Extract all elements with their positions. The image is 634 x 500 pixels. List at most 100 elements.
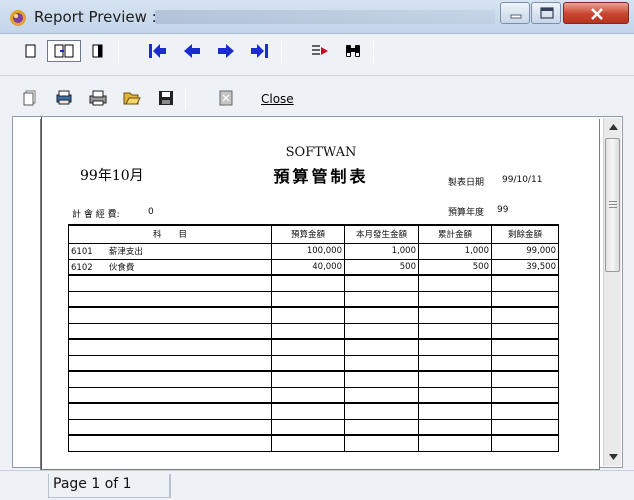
folder-open-icon (123, 92, 141, 105)
close-icon (591, 8, 603, 20)
budget-cell: 100,000 (271, 242, 345, 260)
binoculars-icon (346, 45, 360, 57)
total-value: 0 (148, 207, 154, 217)
table-row (68, 274, 559, 292)
save-button[interactable] (155, 88, 177, 108)
report-page: SOFTWAN 預算管制表 99年10月 製表日期 99/10/11 計 會 經… (41, 117, 599, 469)
chevron-up-icon (608, 123, 618, 130)
scrollbar-thumb[interactable] (605, 138, 620, 272)
month-cell: 1,000 (344, 242, 419, 260)
printer-setup-icon (56, 90, 72, 105)
account-cell: 6102 伙食費 (68, 258, 272, 276)
table-row: 6101 薪津支出 100,000 1,000 1,000 99,000 (68, 242, 559, 260)
column-header-cumulative: 累計金額 (418, 224, 492, 244)
open-button[interactable] (121, 88, 143, 108)
company-name: SOFTWAN (285, 145, 357, 160)
last-page-button[interactable] (249, 41, 271, 61)
table-row (68, 434, 559, 452)
print-button[interactable] (87, 88, 109, 108)
column-header-month: 本月發生金額 (344, 224, 419, 244)
document-export-icon (219, 90, 233, 106)
two-page-button[interactable] (47, 40, 81, 62)
print-date-label: 製表日期 (448, 178, 485, 188)
column-header-account: 科 目 (68, 224, 272, 244)
remaining-cell: 99,000 (491, 242, 559, 260)
export-button[interactable] (215, 88, 237, 108)
find-button[interactable] (342, 41, 364, 61)
minimize-icon (510, 14, 522, 19)
last-page-icon (251, 44, 268, 58)
file-toolbar (0, 80, 634, 114)
scroll-up-button[interactable] (604, 118, 622, 135)
budget-table: 科 目 預算金額 本月發生金額 累計金額 剩餘金額 6101 薪津支出 100,… (68, 224, 559, 452)
table-row (68, 402, 559, 420)
toolbar-separator (281, 41, 282, 63)
total-label: 計 會 經 費: (72, 210, 120, 220)
report-preview-area[interactable]: SOFTWAN 預算管制表 99年10月 製表日期 99/10/11 計 會 經… (12, 116, 623, 474)
table-header-row: 科 目 預算金額 本月發生金額 累計金額 剩餘金額 (68, 224, 559, 244)
budget-cell: 40,000 (271, 258, 345, 276)
grip-icon (609, 201, 617, 209)
chevron-down-icon (608, 453, 618, 460)
minimize-button[interactable] (500, 2, 530, 24)
previous-page-button[interactable] (181, 41, 203, 61)
table-row (68, 290, 559, 308)
report-period: 99年10月 (80, 168, 144, 184)
floppy-disk-icon (159, 91, 173, 105)
first-page-icon (149, 44, 166, 58)
app-icon (10, 10, 26, 26)
printer-setup-button[interactable] (53, 88, 75, 108)
title-blurred-text (155, 10, 495, 24)
cumulative-cell: 500 (418, 258, 492, 276)
account-name: 伙食費 (108, 262, 135, 273)
remaining-cell: 39,500 (491, 258, 559, 276)
go-to-page-icon (312, 45, 328, 55)
navigation-toolbar (0, 34, 634, 76)
window-title: Report Preview : (34, 8, 157, 26)
single-page-icon (25, 44, 36, 58)
arrow-right-icon (218, 44, 234, 58)
month-cell: 500 (344, 258, 419, 276)
budget-year-label: 預算年度 (448, 208, 485, 218)
go-to-page-button[interactable] (309, 41, 331, 61)
title-bar: Report Preview : (0, 0, 634, 34)
print-date: 99/10/11 (502, 175, 543, 185)
scroll-down-button[interactable] (604, 448, 622, 465)
single-page-button[interactable] (22, 42, 40, 60)
new-page-button[interactable] (20, 88, 40, 108)
next-page-button[interactable] (215, 41, 237, 61)
page-width-icon (92, 44, 103, 58)
table-row (68, 370, 559, 388)
page-width-button[interactable] (89, 42, 107, 60)
close-button[interactable]: Close (261, 92, 294, 106)
account-code: 6102 (71, 262, 93, 273)
table-row (68, 338, 559, 356)
status-bar: Page 1 of 1 (0, 470, 634, 500)
first-page-button[interactable] (146, 41, 168, 61)
two-page-icon (54, 44, 74, 58)
copy-page-icon (23, 90, 36, 106)
account-cell: 6101 薪津支出 (68, 242, 272, 260)
column-header-remaining: 剩餘金額 (491, 224, 559, 244)
toolbar-separator (373, 41, 374, 63)
column-header-budget: 預算金額 (271, 224, 345, 244)
toolbar-separator (185, 88, 186, 110)
status-panel (170, 474, 630, 498)
close-window-button[interactable] (563, 2, 629, 24)
printer-icon (89, 90, 107, 106)
budget-year: 99 (497, 205, 509, 215)
table-row (68, 354, 559, 372)
account-code: 6101 (71, 247, 93, 257)
table-row: 6102 伙食費 40,000 500 500 39,500 (68, 258, 559, 276)
page-indicator: Page 1 of 1 (53, 476, 132, 492)
table-row (68, 322, 559, 340)
maximize-button[interactable] (531, 2, 561, 24)
table-row (68, 386, 559, 404)
cumulative-cell: 1,000 (418, 242, 492, 260)
arrow-left-icon (184, 44, 200, 58)
table-row (68, 418, 559, 436)
vertical-scrollbar[interactable] (603, 118, 621, 466)
maximize-icon (540, 7, 554, 19)
table-row (68, 306, 559, 324)
account-name: 薪津支出 (108, 247, 143, 257)
